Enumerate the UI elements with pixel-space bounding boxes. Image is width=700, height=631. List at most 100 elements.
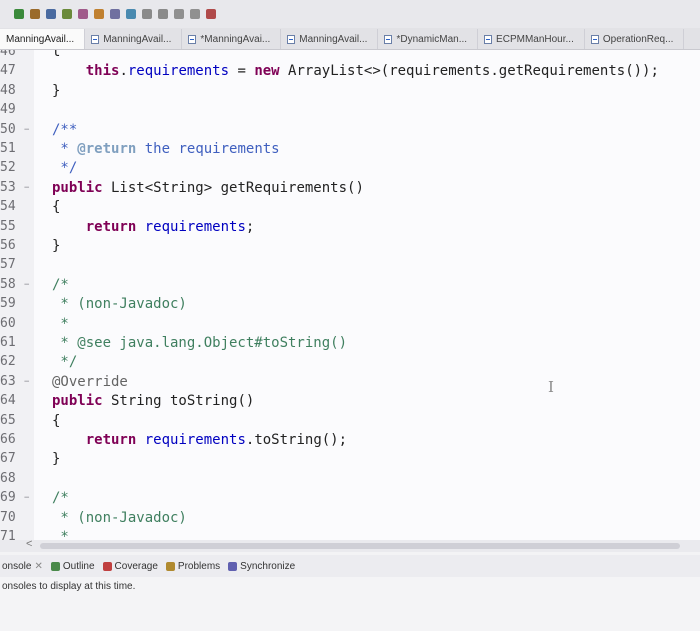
code-line[interactable]: 52 */ — [0, 158, 700, 178]
code-line[interactable]: 64 public String toString() — [0, 391, 700, 411]
code-line[interactable]: 70 * (non-Javadoc) — [0, 508, 700, 528]
code-text: public String toString() — [52, 391, 254, 411]
code-line[interactable]: 50−/** — [0, 120, 700, 140]
scroll-left-icon[interactable]: < — [26, 538, 32, 550]
code-line[interactable]: 65 { — [0, 411, 700, 431]
code-editor[interactable]: I 46 l 47 this.requirements = new ArrayLis… — [0, 50, 700, 540]
code-text: { — [52, 411, 60, 431]
code-line[interactable]: 67} — [0, 449, 700, 469]
fold-toggle-icon[interactable]: − — [24, 178, 29, 198]
code-token: /* — [52, 276, 69, 293]
scrollbar-thumb[interactable] — [40, 543, 680, 549]
panel-tab-problems[interactable]: Problems — [165, 561, 220, 572]
tab-label: *DynamicMan... — [396, 33, 468, 45]
code-line[interactable]: 63− @Override — [0, 372, 700, 392]
panel-tab-outline[interactable]: Outline — [50, 561, 95, 572]
bottom-panel-tabs: onsole ✕ Outline Coverage Problems Synchroniz… — [0, 555, 700, 577]
tab-label: OperationReq... — [602, 33, 674, 45]
panel-tab-coverage[interactable]: Coverage — [102, 561, 158, 572]
code-line[interactable]: 56} — [0, 236, 700, 256]
code-line[interactable]: 48} — [0, 81, 700, 101]
code-token: * (non-Javadoc) — [52, 509, 187, 526]
tab-6[interactable]: OperationReq... — [585, 29, 685, 49]
code-token: this — [85, 63, 120, 80]
code-line[interactable]: 61 * @see java.lang.Object#toString() — [0, 333, 700, 353]
code-token: public — [52, 179, 103, 196]
tab-3[interactable]: ManningAvail... — [281, 29, 379, 49]
console-panel: onsoles to display at this time. — [0, 577, 700, 631]
debug-icon[interactable] — [30, 9, 40, 19]
code-line[interactable]: 54 { — [0, 197, 700, 217]
code-token: * — [52, 141, 78, 157]
code-line[interactable]: 71 * — [0, 527, 700, 540]
code-line[interactable]: 53− public List<String> getRequirements() — [0, 178, 700, 198]
problems-icon — [165, 561, 175, 571]
format-icon[interactable] — [110, 9, 120, 19]
code-token: } — [52, 451, 61, 468]
fold-toggle-icon[interactable]: − — [24, 120, 29, 140]
toggle-icon[interactable] — [126, 9, 136, 19]
panel-tab-onsole[interactable]: onsole ✕ — [2, 561, 43, 572]
search-icon[interactable] — [78, 9, 88, 19]
panel-tab-synchronize[interactable]: Synchronize — [228, 561, 295, 572]
code-line[interactable]: 66 return requirements.toString(); — [0, 430, 700, 450]
run-icon[interactable] — [14, 9, 24, 19]
next-annotation-icon[interactable] — [142, 9, 152, 19]
tab-2[interactable]: *ManningAvai... — [182, 29, 282, 49]
console-empty-message: onsoles to display at this time. — [2, 581, 136, 592]
code-line[interactable]: 51 * @return the requirements — [0, 139, 700, 159]
java-file-icon — [287, 34, 296, 44]
package-icon[interactable] — [94, 9, 104, 19]
code-line[interactable]: 59 * (non-Javadoc) — [0, 294, 700, 314]
fold-toggle-icon[interactable]: − — [24, 372, 29, 392]
code-token: public — [52, 393, 103, 410]
pin-icon[interactable] — [206, 9, 216, 19]
code-token: * @see java.lang.Object#toString() — [52, 335, 348, 351]
line-number: 62 — [0, 354, 16, 370]
forward-icon[interactable] — [190, 9, 200, 19]
synchronize-icon — [228, 561, 238, 571]
code-line[interactable]: 68 — [0, 469, 700, 489]
line-number: 49 — [0, 102, 16, 118]
code-line[interactable]: 60 * — [0, 314, 700, 334]
tab-4[interactable]: *DynamicMan... — [378, 29, 479, 49]
fold-toggle-icon[interactable]: − — [24, 275, 29, 295]
code-line[interactable]: 69−/* — [0, 488, 700, 508]
code-line[interactable]: 49 — [0, 100, 700, 120]
prev-annotation-icon[interactable] — [158, 9, 168, 19]
line-number: 48 — [0, 82, 16, 98]
code-text: */ — [52, 158, 77, 178]
tab-label: ManningAvail... — [299, 33, 368, 45]
code-line[interactable]: 46 l — [0, 50, 700, 62]
code-text: * (non-Javadoc) — [52, 508, 187, 528]
tab-1[interactable]: ManningAvail... — [85, 29, 183, 49]
code-text: /* — [52, 275, 69, 295]
java-file-icon — [188, 34, 197, 44]
open-type-icon[interactable] — [62, 9, 72, 19]
code-text: */ — [52, 352, 77, 372]
new-icon[interactable] — [46, 9, 56, 19]
code-line[interactable]: 55 return requirements; — [0, 217, 700, 237]
code-line[interactable]: 58−/* — [0, 275, 700, 295]
java-file-icon — [384, 34, 393, 44]
fold-toggle-icon[interactable]: − — [24, 488, 29, 508]
code-text: @Override — [52, 372, 128, 392]
tab-0[interactable]: ManningAvail... — [0, 29, 86, 49]
horizontal-scrollbar[interactable]: < — [0, 538, 700, 552]
code-token: /** — [52, 121, 78, 138]
close-icon[interactable]: ✕ — [34, 561, 42, 572]
code-token: * (non-Javadoc) — [52, 296, 187, 313]
code-text: * @return the requirements — [52, 139, 279, 159]
code-token: /* — [52, 490, 69, 507]
coverage-icon — [102, 561, 112, 571]
code-line[interactable]: 57 — [0, 255, 700, 275]
code-token: { — [52, 412, 61, 429]
back-icon[interactable] — [174, 9, 184, 19]
code-text: } — [52, 81, 60, 101]
line-number: 52 — [0, 160, 16, 176]
code-line[interactable]: 47 this.requirements = new ArrayList<>(r… — [0, 61, 700, 81]
code-token: return — [85, 218, 137, 235]
tab-5[interactable]: ECPMManHour... — [478, 29, 585, 49]
code-line[interactable]: 62 */ — [0, 352, 700, 372]
